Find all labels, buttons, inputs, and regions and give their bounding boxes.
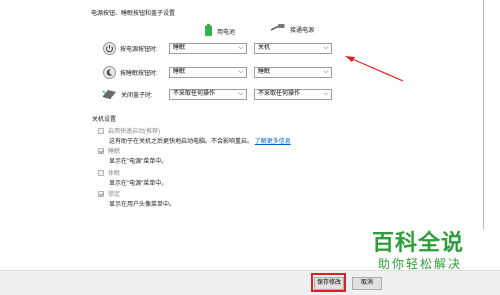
watermark-logo: 百科全说 助你轻松解决 [372, 231, 492, 271]
cancel-button[interactable]: 取消 [352, 277, 382, 290]
bottom-bar [0, 270, 500, 295]
save-highlight-box [311, 273, 346, 292]
watermark-sub: 助你轻松解决 [378, 257, 463, 271]
watermark-main: 百科全说 [372, 231, 465, 256]
